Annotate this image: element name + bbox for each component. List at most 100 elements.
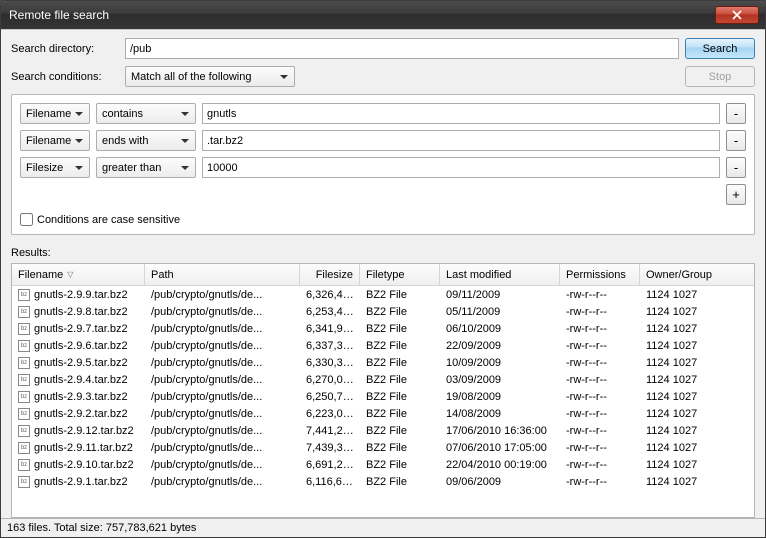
condition-value-input[interactable]	[202, 130, 720, 151]
col-filetype[interactable]: Filetype	[360, 264, 440, 285]
remove-condition-button[interactable]: -	[726, 130, 746, 151]
condition-op-select[interactable]: greater than	[96, 157, 196, 178]
cell-modified: 22/09/2009	[440, 340, 560, 352]
col-permissions[interactable]: Permissions	[560, 264, 640, 285]
table-row[interactable]: bzgnutls-2.9.3.tar.bz2/pub/crypto/gnutls…	[12, 388, 754, 405]
sort-desc-icon: ▽	[67, 270, 73, 279]
search-cond-row: Search conditions: Match all of the foll…	[11, 66, 755, 87]
cell-owner: 1124 1027	[640, 442, 730, 454]
cell-modified: 17/06/2010 16:36:00	[440, 425, 560, 437]
col-modified[interactable]: Last modified	[440, 264, 560, 285]
cell-type: BZ2 File	[360, 323, 440, 335]
cell-type: BZ2 File	[360, 459, 440, 471]
col-path[interactable]: Path	[145, 264, 300, 285]
file-icon: bz	[18, 408, 30, 420]
case-sensitive-checkbox[interactable]	[20, 213, 33, 226]
cell-perm: -rw-r--r--	[560, 374, 640, 386]
file-icon: bz	[18, 476, 30, 488]
cell-perm: -rw-r--r--	[560, 442, 640, 454]
cell-perm: -rw-r--r--	[560, 323, 640, 335]
table-header: Filename▽ Path Filesize Filetype Last mo…	[12, 264, 754, 286]
condition-row: Filesize greater than -	[20, 157, 746, 178]
file-icon: bz	[18, 306, 30, 318]
cell-owner: 1124 1027	[640, 306, 730, 318]
table-row[interactable]: bzgnutls-2.9.7.tar.bz2/pub/crypto/gnutls…	[12, 320, 754, 337]
cell-size: 6,330,386	[300, 357, 360, 369]
condition-field-select[interactable]: Filename	[20, 103, 90, 124]
cell-filename: bzgnutls-2.9.6.tar.bz2	[12, 340, 145, 352]
cell-filename: bzgnutls-2.9.8.tar.bz2	[12, 306, 145, 318]
search-dir-input[interactable]	[125, 38, 679, 59]
add-condition-button[interactable]: +	[726, 184, 746, 205]
condition-op-select[interactable]: contains	[96, 103, 196, 124]
condition-op-select[interactable]: ends with	[96, 130, 196, 151]
cell-size: 7,439,369	[300, 442, 360, 454]
remove-condition-button[interactable]: -	[726, 103, 746, 124]
cell-modified: 10/09/2009	[440, 357, 560, 369]
table-row[interactable]: bzgnutls-2.9.8.tar.bz2/pub/crypto/gnutls…	[12, 303, 754, 320]
table-row[interactable]: bzgnutls-2.9.1.tar.bz2/pub/crypto/gnutls…	[12, 473, 754, 490]
cell-modified: 19/08/2009	[440, 391, 560, 403]
condition-field-select[interactable]: Filename	[20, 130, 90, 151]
cell-perm: -rw-r--r--	[560, 459, 640, 471]
cell-modified: 03/09/2009	[440, 374, 560, 386]
cell-path: /pub/crypto/gnutls/de...	[145, 357, 300, 369]
titlebar[interactable]: Remote file search	[1, 1, 765, 29]
table-row[interactable]: bzgnutls-2.9.6.tar.bz2/pub/crypto/gnutls…	[12, 337, 754, 354]
file-icon: bz	[18, 425, 30, 437]
cell-size: 6,691,226	[300, 459, 360, 471]
cell-path: /pub/crypto/gnutls/de...	[145, 340, 300, 352]
cell-filename: bzgnutls-2.9.9.tar.bz2	[12, 289, 145, 301]
table-row[interactable]: bzgnutls-2.9.12.tar.bz2/pub/crypto/gnutl…	[12, 422, 754, 439]
col-owner[interactable]: Owner/Group	[640, 264, 754, 285]
col-filename[interactable]: Filename▽	[12, 264, 145, 285]
cell-owner: 1124 1027	[640, 323, 730, 335]
table-row[interactable]: bzgnutls-2.9.2.tar.bz2/pub/crypto/gnutls…	[12, 405, 754, 422]
close-button[interactable]	[715, 6, 759, 24]
table-row[interactable]: bzgnutls-2.9.9.tar.bz2/pub/crypto/gnutls…	[12, 286, 754, 303]
case-sensitive-row: Conditions are case sensitive	[20, 211, 746, 228]
content: Search directory: Search Search conditio…	[1, 29, 765, 537]
table-row[interactable]: bzgnutls-2.9.4.tar.bz2/pub/crypto/gnutls…	[12, 371, 754, 388]
cell-owner: 1124 1027	[640, 459, 730, 471]
condition-value-input[interactable]	[202, 103, 720, 124]
stop-button: Stop	[685, 66, 755, 87]
table-row[interactable]: bzgnutls-2.9.5.tar.bz2/pub/crypto/gnutls…	[12, 354, 754, 371]
cell-modified: 14/08/2009	[440, 408, 560, 420]
remove-condition-button[interactable]: -	[726, 157, 746, 178]
file-icon: bz	[18, 289, 30, 301]
cell-filename: bzgnutls-2.9.2.tar.bz2	[12, 408, 145, 420]
condition-value-input[interactable]	[202, 157, 720, 178]
cell-path: /pub/crypto/gnutls/de...	[145, 374, 300, 386]
results-panel: Filename▽ Path Filesize Filetype Last mo…	[11, 263, 755, 518]
cell-path: /pub/crypto/gnutls/de...	[145, 476, 300, 488]
condition-field-select[interactable]: Filesize	[20, 157, 90, 178]
cell-type: BZ2 File	[360, 306, 440, 318]
cell-size: 6,253,496	[300, 306, 360, 318]
conditions-panel: Filenamecontains-Filenameends with-Files…	[11, 94, 755, 235]
table-row[interactable]: bzgnutls-2.9.10.tar.bz2/pub/crypto/gnutl…	[12, 456, 754, 473]
file-icon: bz	[18, 391, 30, 403]
cell-size: 6,270,050	[300, 374, 360, 386]
search-dir-label: Search directory:	[11, 43, 119, 55]
cell-type: BZ2 File	[360, 374, 440, 386]
search-button[interactable]: Search	[685, 38, 755, 59]
cell-type: BZ2 File	[360, 476, 440, 488]
cell-type: BZ2 File	[360, 357, 440, 369]
cell-path: /pub/crypto/gnutls/de...	[145, 289, 300, 301]
col-filesize[interactable]: Filesize	[300, 264, 360, 285]
match-mode-select[interactable]: Match all of the following	[125, 66, 295, 87]
cell-path: /pub/crypto/gnutls/de...	[145, 408, 300, 420]
cell-size: 6,337,312	[300, 340, 360, 352]
window: Remote file search Search directory: Sea…	[0, 0, 766, 538]
cell-size: 6,223,087	[300, 408, 360, 420]
cell-size: 6,116,679	[300, 476, 360, 488]
table-row[interactable]: bzgnutls-2.9.11.tar.bz2/pub/crypto/gnutl…	[12, 439, 754, 456]
cell-perm: -rw-r--r--	[560, 425, 640, 437]
condition-row: Filename contains -	[20, 103, 746, 124]
cell-owner: 1124 1027	[640, 357, 730, 369]
cell-path: /pub/crypto/gnutls/de...	[145, 459, 300, 471]
table-body[interactable]: bzgnutls-2.9.9.tar.bz2/pub/crypto/gnutls…	[12, 286, 754, 517]
cell-perm: -rw-r--r--	[560, 391, 640, 403]
cell-owner: 1124 1027	[640, 289, 730, 301]
